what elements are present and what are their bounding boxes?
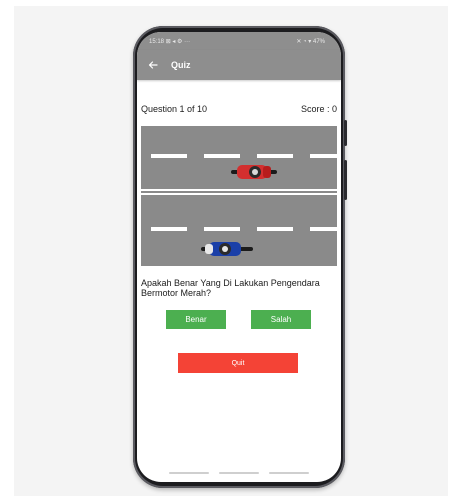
status-bar: 15:18 ⊠ ◂ ⚙ ··· ✕ ◔ ▾ 47% xyxy=(137,32,341,50)
question-counter: Question 1 of 10 xyxy=(141,104,208,114)
quiz-image xyxy=(141,126,337,266)
screenshot-canvas: 15:18 ⊠ ◂ ⚙ ··· ✕ ◔ ▾ 47% Quiz Question … xyxy=(0,0,459,504)
power-button xyxy=(344,120,347,146)
quit-button[interactable]: Quit xyxy=(178,353,298,373)
score-label: Score : 0 xyxy=(300,104,337,114)
phone-screen: 15:18 ⊠ ◂ ⚙ ··· ✕ ◔ ▾ 47% Quiz Question … xyxy=(137,32,341,482)
road-illustration xyxy=(141,126,337,266)
arrow-left-icon xyxy=(148,61,158,69)
volume-button xyxy=(344,160,347,200)
nav-home-button[interactable] xyxy=(219,472,259,474)
back-button[interactable] xyxy=(143,55,163,75)
question-text: Apakah Benar Yang Di Lakukan Pengendara … xyxy=(141,278,320,298)
answer-true-button[interactable]: Benar xyxy=(166,310,226,329)
navigation-bar xyxy=(137,472,341,478)
app-bar: Quiz xyxy=(137,50,341,80)
app-bar-title: Quiz xyxy=(171,60,191,70)
status-left: 15:18 ⊠ ◂ ⚙ ··· xyxy=(149,38,190,45)
nav-recent-button[interactable] xyxy=(169,472,209,474)
nav-back-button[interactable] xyxy=(269,472,309,474)
answer-false-button[interactable]: Salah xyxy=(251,310,311,329)
status-time: 15:18 xyxy=(149,38,165,45)
status-notification-icons: ⊠ ◂ ⚙ ··· xyxy=(165,38,191,45)
status-system-icons: ✕ ◔ ▾ 47% xyxy=(296,38,325,45)
quiz-header: Question 1 of 10 Score : 0 xyxy=(141,104,337,114)
